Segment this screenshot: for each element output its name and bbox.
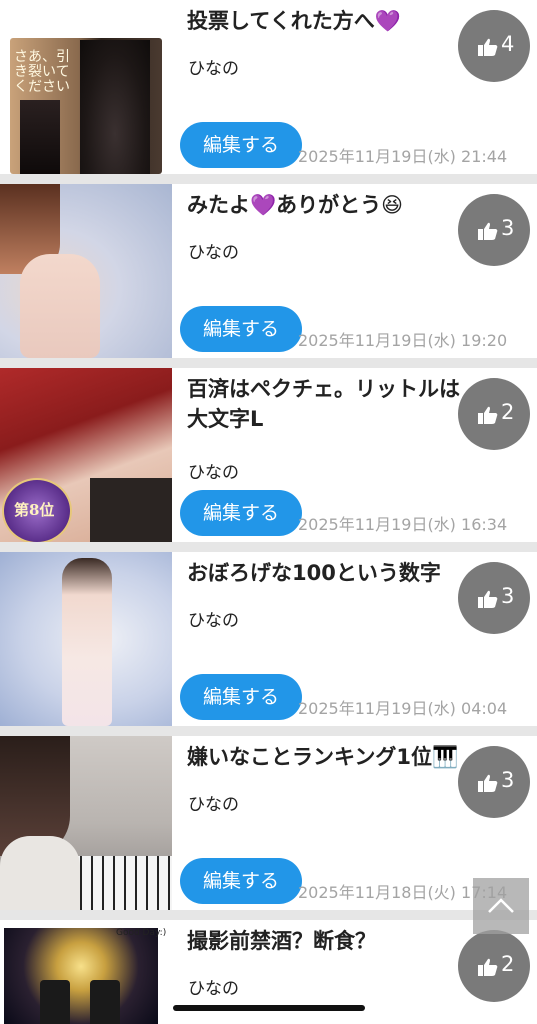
like-button[interactable]: 4 — [458, 10, 530, 82]
post-row[interactable]: おぼろげな100という数字 ひなの 編集する 2025年11月19日(水) 04… — [0, 552, 537, 726]
back-to-top-button[interactable] — [473, 878, 529, 934]
thumbs-up-icon — [478, 406, 498, 424]
like-button[interactable]: 3 — [458, 746, 530, 818]
post-thumbnail[interactable] — [0, 552, 172, 726]
edit-button[interactable]: 編集する — [180, 858, 302, 904]
post-author: ひなの — [188, 979, 239, 999]
post-row[interactable]: 嫌いなことランキング1位🎹 ひなの 編集する 2025年11月18日(火) 17… — [0, 736, 537, 910]
edit-button[interactable]: 編集する — [180, 674, 302, 720]
chevron-up-icon — [488, 898, 514, 913]
thumbs-up-icon — [478, 590, 498, 608]
like-count: 3 — [501, 768, 515, 792]
post-row[interactable]: さあ、引き裂いてください 投票してくれた方へ💜 ひなの 編集する 2025年11… — [0, 0, 537, 174]
like-button[interactable]: 2 — [458, 930, 530, 1002]
like-button[interactable]: 2 — [458, 378, 530, 450]
thumbs-up-icon — [478, 774, 498, 792]
post-title[interactable]: 百済はペクチェ。リットルは大文字L — [187, 374, 477, 434]
thumbs-up-icon — [478, 222, 498, 240]
thumbnail-caption: 第8位 — [14, 501, 55, 519]
edit-button[interactable]: 編集する — [180, 490, 302, 536]
like-count: 3 — [501, 216, 515, 240]
post-date: 2025年11月19日(水) 16:34 — [298, 515, 508, 534]
post-date: 2025年11月19日(水) 21:44 — [298, 147, 508, 166]
post-thumbnail[interactable]: 第8位 — [0, 368, 172, 542]
post-thumbnail[interactable]: Good Day:) — [0, 920, 172, 1024]
edit-button[interactable]: 編集する — [180, 306, 302, 352]
like-count: 3 — [501, 584, 515, 608]
post-author: ひなの — [188, 463, 239, 483]
post-author: ひなの — [188, 243, 239, 263]
post-title[interactable]: 撮影前禁酒？断食？ — [187, 926, 477, 956]
post-date: 2025年11月19日(水) 19:20 — [298, 331, 508, 350]
post-title[interactable]: おぼろげな100という数字 — [187, 558, 477, 588]
like-button[interactable]: 3 — [458, 194, 530, 266]
like-count: 4 — [501, 32, 515, 56]
post-thumbnail[interactable]: さあ、引き裂いてください — [0, 0, 172, 174]
thumbs-up-icon — [478, 958, 498, 976]
post-row[interactable]: 第8位 百済はペクチェ。リットルは大文字L ひなの 編集する 2025年11月1… — [0, 368, 537, 542]
post-row[interactable]: みたよ💜ありがとう😆 ひなの 編集する 2025年11月19日(水) 19:20… — [0, 184, 537, 358]
post-thumbnail[interactable] — [0, 736, 172, 910]
post-title[interactable]: みたよ💜ありがとう😆 — [187, 190, 477, 220]
post-thumbnail[interactable] — [0, 184, 172, 358]
post-date: 2025年11月19日(水) 04:04 — [298, 699, 508, 718]
like-count: 2 — [501, 400, 515, 424]
edit-button[interactable]: 編集する — [180, 122, 302, 168]
thumbnail-caption: Good Day:) — [116, 928, 167, 938]
thumbs-up-icon — [478, 38, 498, 56]
like-count: 2 — [501, 952, 515, 976]
post-author: ひなの — [188, 795, 239, 815]
home-indicator — [173, 1005, 365, 1011]
post-title[interactable]: 嫌いなことランキング1位🎹 — [187, 742, 477, 772]
post-author: ひなの — [188, 611, 239, 631]
post-author: ひなの — [188, 59, 239, 79]
like-button[interactable]: 3 — [458, 562, 530, 634]
post-title[interactable]: 投票してくれた方へ💜 — [187, 6, 477, 36]
thumbnail-caption: さあ、引き裂いてください — [14, 49, 70, 95]
